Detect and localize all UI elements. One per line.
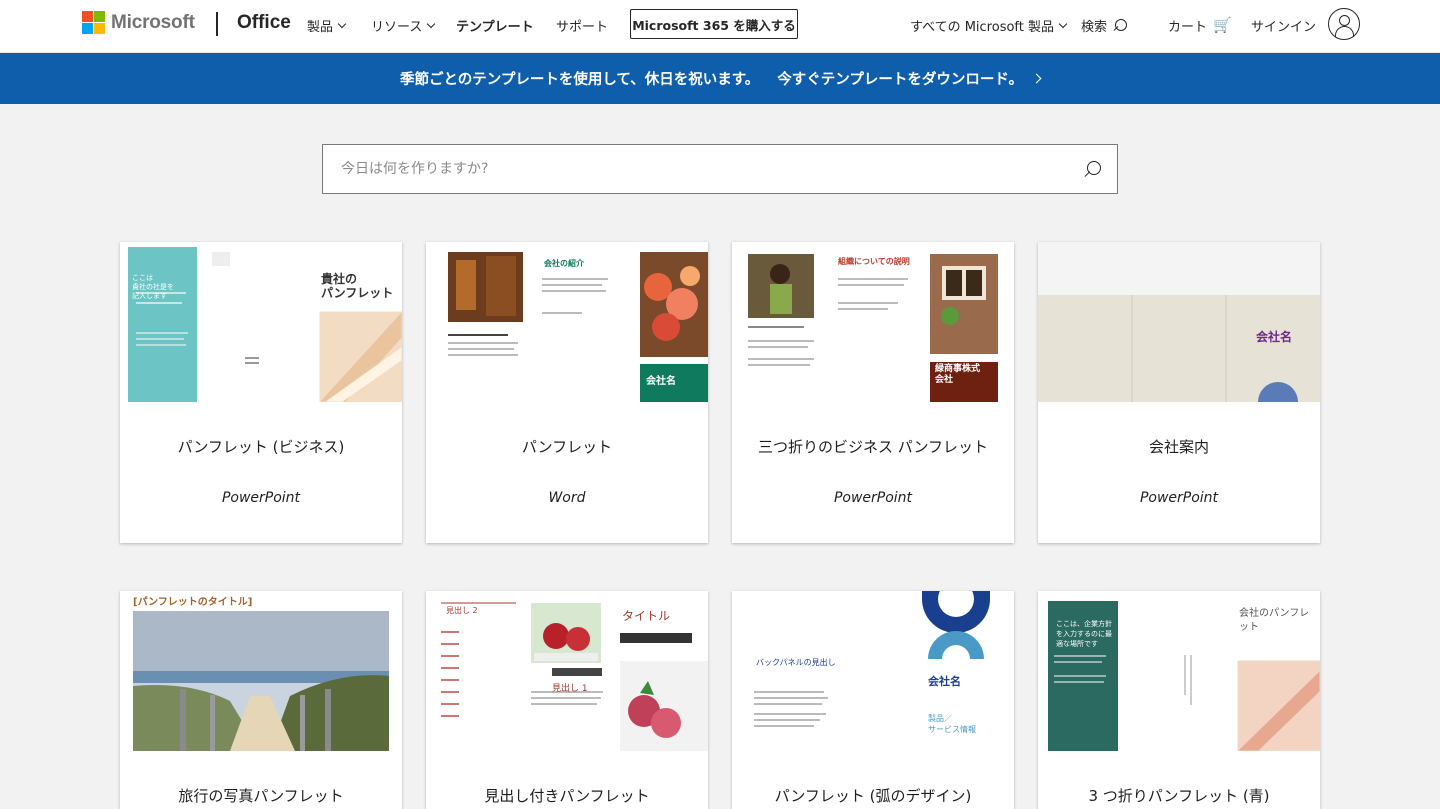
thumbnail-side-text: ここは、企業方針 を入力するのに最 適な場所です xyxy=(1056,620,1112,648)
cart-button[interactable]: カート 🛒 xyxy=(1168,16,1232,36)
thumbnail-company-name: 緑商事株式 会社 xyxy=(935,364,981,385)
nav-resources[interactable]: リソース xyxy=(371,16,436,35)
nav-support-label: サポート xyxy=(556,20,609,35)
search-icon xyxy=(1113,18,1128,33)
banner-download-link[interactable]: 今すぐテンプレートをダウンロード。 xyxy=(777,68,1042,89)
nav-templates[interactable]: テンプレート xyxy=(456,16,534,35)
template-title: パンフレット (ビジネス) xyxy=(177,438,345,456)
nav-support[interactable]: サポート xyxy=(556,16,608,35)
banner-link-label: 今すぐテンプレートをダウンロード。 xyxy=(777,72,1024,88)
template-thumbnail: ここは 貴社の社是を 記入します 貴社の パンフレット xyxy=(120,242,402,402)
template-card[interactable]: 見出し 2 タイトル 見出し 1 見出し付きパンフレット xyxy=(426,591,708,809)
signin-label: サインイン xyxy=(1251,20,1317,35)
office-link[interactable]: Office xyxy=(237,12,291,34)
template-search xyxy=(322,144,1118,194)
header-divider xyxy=(216,12,218,36)
nav-products-label: 製品 xyxy=(307,20,334,35)
promo-banner: 季節ごとのテンプレートを使用して、休日を祝います。 今すぐテンプレートをダウンロ… xyxy=(0,53,1440,104)
thumbnail-side-text: ここは 貴社の社是を 記入します xyxy=(132,274,174,300)
template-card[interactable]: 組織についての説明 緑商事株式 会社 三つ折りのビジネス パンフレット Powe… xyxy=(732,242,1014,543)
thumbnail-subheading: 製品／ サービス情報 xyxy=(928,714,976,734)
microsoft-logo-icon xyxy=(82,11,105,34)
thumbnail-subheading: 見出し 2 xyxy=(446,606,478,615)
all-products-label: すべての Microsoft 製品 xyxy=(910,20,1054,35)
template-card[interactable]: [パンフレットのタイトル] 旅行の写真パンフレット xyxy=(120,591,402,809)
template-thumbnail: 会社名 xyxy=(1038,242,1320,402)
all-microsoft-products-menu[interactable]: すべての Microsoft 製品 xyxy=(910,16,1068,35)
template-title: 3 つ折りパンフレット (青) xyxy=(1088,787,1270,805)
signin-link[interactable]: サインイン xyxy=(1251,16,1316,35)
user-avatar-icon[interactable] xyxy=(1328,8,1360,40)
template-app: Word xyxy=(548,490,586,506)
cart-label: カート xyxy=(1168,20,1208,35)
template-card[interactable]: 会社名 会社案内 PowerPoint xyxy=(1038,242,1320,543)
template-thumbnail: 会社の紹介 会社名 xyxy=(426,242,708,402)
template-card[interactable]: ここは 貴社の社是を 記入します 貴社の パンフレット パンフレット (ビジネス… xyxy=(120,242,402,543)
template-app: PowerPoint xyxy=(1139,490,1219,506)
travel-photo-preview xyxy=(120,591,402,751)
template-thumbnail: 組織についての説明 緑商事株式 会社 xyxy=(732,242,1014,402)
chevron-down-icon xyxy=(427,19,436,29)
template-title: 会社案内 xyxy=(1148,438,1209,456)
template-card[interactable]: バックパネルの見出し 会社名 製品／ サービス情報 パンフレット (弧のデザイン… xyxy=(732,591,1014,809)
template-thumbnail: バックパネルの見出し 会社名 製品／ サービス情報 xyxy=(732,591,1014,751)
chevron-down-icon xyxy=(1058,19,1068,29)
brand-name: Microsoft xyxy=(111,11,195,33)
site-header: Microsoft Office 製品 リソース テンプレート サポート Mic… xyxy=(0,0,1440,53)
thumbnail-company-name: 会社名 xyxy=(1256,330,1293,344)
nav-resources-label: リソース xyxy=(371,20,423,35)
search-icon[interactable] xyxy=(1084,161,1101,178)
header-search-button[interactable]: 検索 xyxy=(1081,16,1128,35)
template-thumbnail: [パンフレットのタイトル] xyxy=(120,591,402,751)
cart-icon: 🛒 xyxy=(1213,16,1232,34)
template-title: 見出し付きパンフレット xyxy=(484,787,650,805)
template-thumbnail: ここは、企業方針 を入力するのに最 適な場所です 会社のパンフレット xyxy=(1038,591,1320,751)
company-profile-preview xyxy=(1038,242,1320,402)
microsoft-logo[interactable]: Microsoft xyxy=(82,11,195,34)
template-title: パンフレット (弧のデザイン) xyxy=(774,787,972,805)
template-card[interactable]: ここは、企業方針 を入力するのに最 適な場所です 会社のパンフレット 3 つ折り… xyxy=(1038,591,1320,809)
nav-templates-label: テンプレート xyxy=(456,20,534,35)
nav-products[interactable]: 製品 xyxy=(307,16,347,35)
template-title: 旅行の写真パンフレット xyxy=(178,787,344,805)
banner-text: 季節ごとのテンプレートを使用して、休日を祝います。 xyxy=(399,72,760,88)
brochure-business-preview xyxy=(120,242,402,402)
thumbnail-heading: [パンフレットのタイトル] xyxy=(133,597,253,608)
chevron-down-icon xyxy=(337,19,347,29)
template-thumbnail: 見出し 2 タイトル 見出し 1 xyxy=(426,591,708,751)
template-search-input[interactable] xyxy=(341,145,1041,193)
thumbnail-company-name: 会社名 xyxy=(646,376,676,387)
template-title: パンフレット xyxy=(521,438,613,456)
buy-microsoft-365-button[interactable]: Microsoft 365 を購入する xyxy=(630,9,798,39)
thumbnail-subheading: 見出し 1 xyxy=(552,684,588,694)
template-card[interactable]: 会社の紹介 会社名 パンフレット Word xyxy=(426,242,708,543)
template-app: PowerPoint xyxy=(221,490,301,506)
thumbnail-heading: 組織についての説明 xyxy=(838,257,910,266)
search-label: 検索 xyxy=(1081,20,1108,35)
thumbnail-heading: 会社のパンフレット xyxy=(1239,608,1310,633)
thumbnail-heading: 貴社の パンフレット xyxy=(321,272,394,300)
template-title: 三つ折りのビジネス パンフレット xyxy=(757,438,989,456)
thumbnail-company-name: 会社名 xyxy=(928,675,961,688)
thumbnail-heading: タイトル xyxy=(622,609,671,623)
thumbnail-heading: 会社の紹介 xyxy=(544,259,584,268)
chevron-right-icon xyxy=(1031,73,1042,84)
thumbnail-side-text: バックパネルの見出し xyxy=(756,658,836,667)
template-app: PowerPoint xyxy=(833,490,913,506)
